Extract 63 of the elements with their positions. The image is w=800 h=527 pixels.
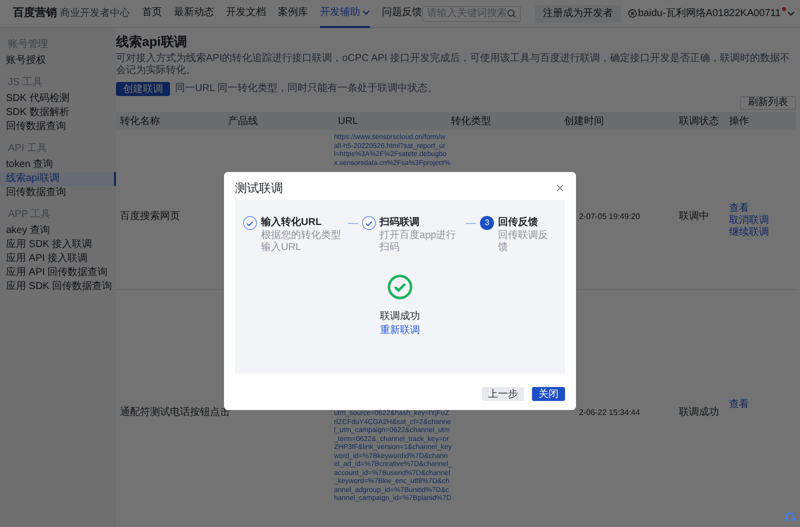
- sidebar-item[interactable]: 应用 API 回传数据查询: [0, 266, 116, 280]
- action-link[interactable]: 查看: [729, 203, 749, 215]
- page-description: 可对接入方式为线索API的转化追踪进行接口联调，oCPC API 接口开发完成后，可使用该工具与百度进行联调，确定接口开发是否正确，联调时的数据不会记为实际转化。: [116, 53, 791, 77]
- sidebar-item[interactable]: 应用 API 接入联调: [0, 252, 116, 266]
- note-text: 同一URL 同一转化类型，同时只能有一条处于联调中状态。: [175, 82, 438, 96]
- step-title: 输入转化URL: [261, 216, 323, 230]
- sidebar-item[interactable]: 回传数据查询: [0, 186, 116, 200]
- search-icon: [507, 9, 516, 18]
- sidebar-item[interactable]: 应用 SDK 回传数据查询: [0, 280, 116, 294]
- step-description: 打开百度app进行扫码: [380, 230, 458, 254]
- back-button[interactable]: 上一步: [482, 387, 524, 401]
- create-button[interactable]: 创建联调: [116, 82, 170, 96]
- brand-subtitle: 商业开发者中心: [60, 6, 130, 21]
- sidebar-item[interactable]: 线索api联调: [0, 172, 116, 186]
- check-icon: [364, 220, 373, 226]
- refresh-button[interactable]: 刷新列表: [740, 96, 796, 110]
- action-link[interactable]: 查看: [729, 399, 749, 411]
- close-icon: [556, 184, 564, 192]
- column-header: 转化类型: [450, 114, 492, 128]
- nav-link[interactable]: 开发辅助: [320, 0, 370, 28]
- chevron-down-icon[interactable]: [786, 10, 795, 17]
- table-cell: 联调成功: [679, 407, 719, 418]
- close-dialog-button[interactable]: 关闭: [532, 387, 565, 401]
- column-header: URL: [337, 114, 360, 128]
- nav-link[interactable]: 最新动态: [174, 0, 214, 28]
- check-icon: [246, 220, 254, 226]
- page-title: 线索api联调: [116, 34, 188, 50]
- dialog-title: 测试联调: [235, 180, 283, 197]
- step-number: 3: [480, 216, 494, 230]
- nav-link[interactable]: 案例库: [278, 0, 308, 28]
- step-description: 回传联调反馈: [498, 230, 550, 254]
- column-header: 创建时间: [563, 114, 605, 128]
- nav-link[interactable]: 问题反馈: [382, 0, 422, 28]
- brand-name: 百度营销: [13, 6, 57, 22]
- nav-link[interactable]: 首页: [142, 0, 162, 28]
- user-name[interactable]: baidu-瓦利网络A01822KA00711: [638, 6, 781, 21]
- action-link[interactable]: 取消联调: [729, 215, 769, 227]
- close-button[interactable]: [555, 183, 565, 193]
- success-check-icon: [387, 274, 413, 300]
- sidebar-item[interactable]: token 查询: [0, 158, 116, 172]
- result-message: 联调成功: [380, 310, 420, 323]
- column-header: 联调状态: [678, 114, 720, 128]
- sidebar-item[interactable]: SDK 数据解析: [0, 106, 116, 120]
- sidebar-item[interactable]: 回传数据查询: [0, 120, 116, 134]
- register-button[interactable]: 注册成为开发者: [535, 4, 621, 22]
- step-title: 扫码联调: [380, 216, 421, 230]
- circled-x-icon: [628, 9, 637, 18]
- column-header: 转化名称: [119, 114, 161, 128]
- column-header: 产品线: [227, 114, 259, 128]
- retry-link[interactable]: 重新联调: [380, 324, 420, 337]
- table-cell: 2-07-05 19:49:20: [579, 212, 640, 221]
- table-cell: 2-06-22 15:34:44: [579, 408, 640, 417]
- step-title: 回传反馈: [498, 216, 540, 230]
- table-cell: 百度搜索网页: [120, 211, 180, 222]
- sidebar-item[interactable]: akey 查询: [0, 224, 116, 238]
- sidebar-item[interactable]: 账号授权: [0, 54, 116, 68]
- action-link[interactable]: 继续联调: [729, 227, 769, 239]
- sidebar-item[interactable]: 应用 SDK 接入联调: [0, 238, 116, 252]
- sidebar-item[interactable]: SDK 代码检测: [0, 92, 116, 106]
- table-cell: 联调中: [679, 211, 709, 222]
- step-description: 根据您的转化类型输入URL: [261, 230, 342, 254]
- nav-link[interactable]: 开发文档: [226, 0, 266, 28]
- column-header: 操作: [728, 114, 750, 128]
